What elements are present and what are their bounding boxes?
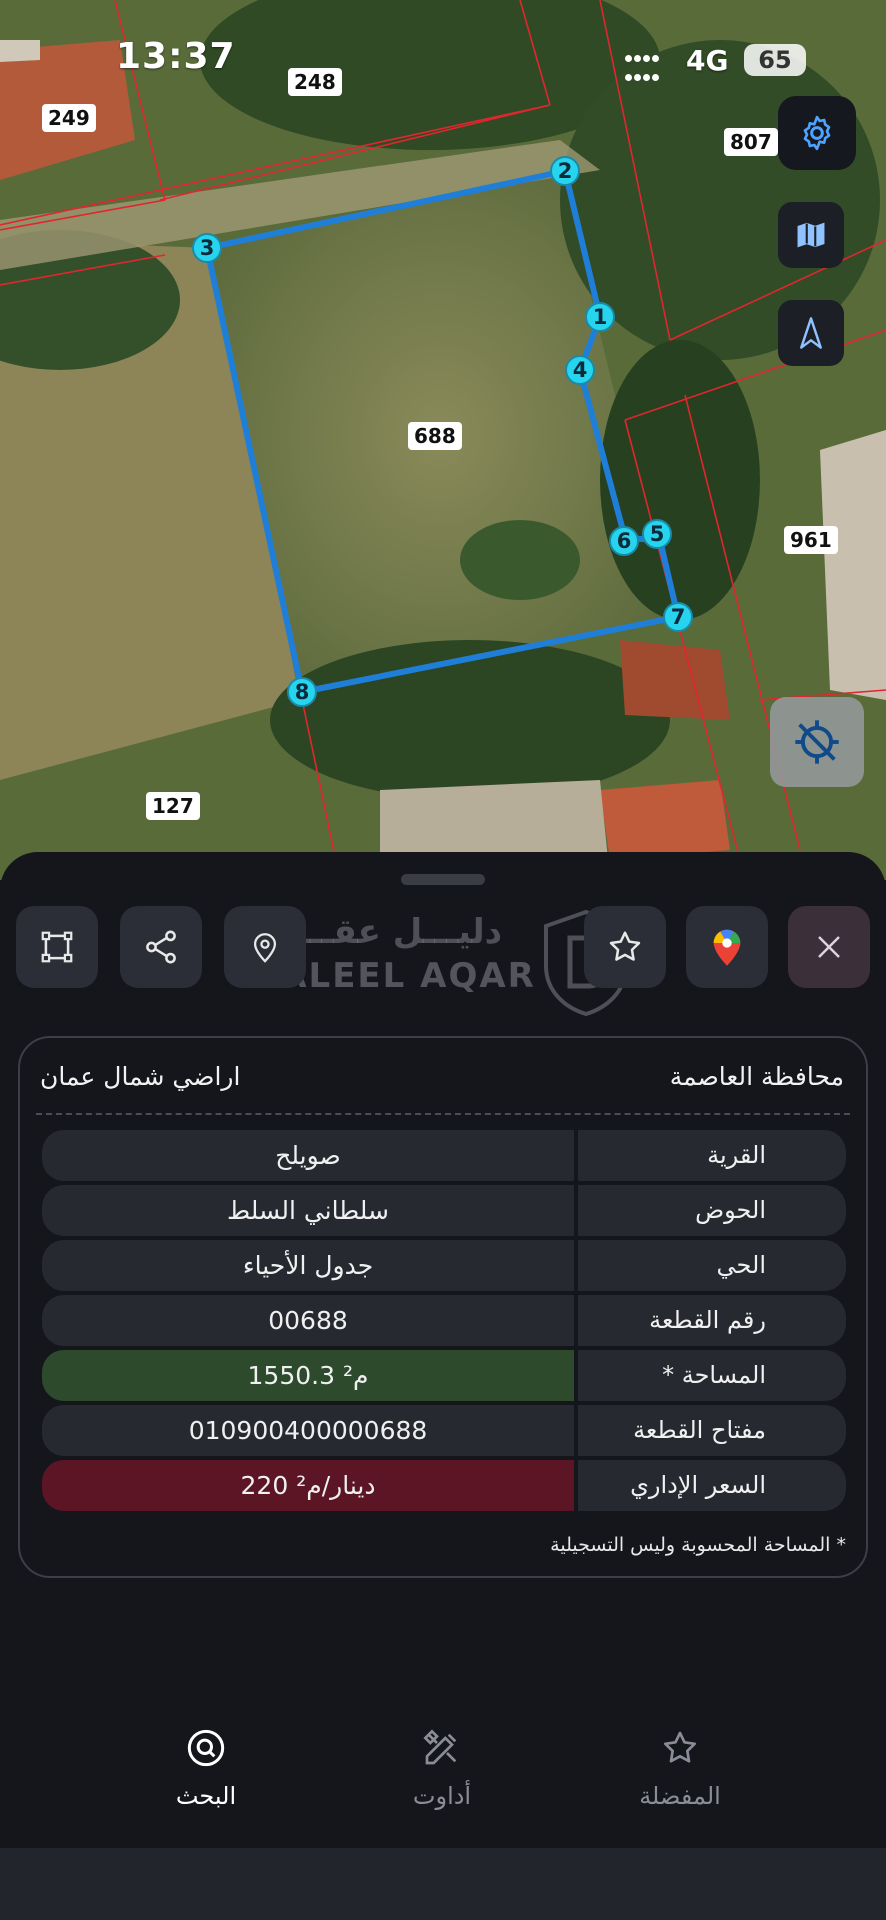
vertex-marker[interactable]: 3 [192, 233, 222, 263]
close-button[interactable] [788, 906, 870, 988]
tools-icon [423, 1729, 457, 1765]
parcel-label: 249 [42, 104, 96, 132]
system-navigation-bar [0, 1848, 886, 1920]
info-row-district: الحي جدول الأحياء [42, 1240, 846, 1291]
close-icon [818, 936, 840, 958]
governorate-name: محافظة العاصمة [669, 1062, 844, 1091]
share-icon [146, 930, 176, 964]
vertex-marker[interactable]: 8 [287, 677, 317, 707]
row-value: سلطاني السلط [42, 1185, 574, 1236]
share-button[interactable] [120, 906, 202, 988]
settings-button[interactable] [778, 96, 856, 170]
parcel-label: 248 [288, 68, 342, 96]
polygon-icon [41, 931, 73, 963]
parcel-details-sheet: دليـــل عقـــار DALEEL AQAR محافظة العاص… [0, 852, 886, 1920]
divider [36, 1113, 850, 1115]
star-icon [664, 1731, 696, 1763]
info-row-village: القرية صويلح [42, 1130, 846, 1181]
network-type: 4G [686, 44, 729, 77]
map-layers-button[interactable] [778, 202, 844, 268]
gear-icon [803, 115, 831, 151]
status-time: 13:37 [116, 36, 236, 77]
search-icon [187, 1729, 225, 1767]
nav-favorites-label: المفضلة [639, 1782, 721, 1810]
row-value: 220 دينار/م² [42, 1460, 574, 1511]
nav-tools-label: أداوت [412, 1782, 472, 1810]
nav-search-label: البحث [175, 1782, 237, 1810]
info-row-basin: الحوض سلطاني السلط [42, 1185, 846, 1236]
location-pin-button[interactable] [224, 906, 306, 988]
vertex-marker[interactable]: 6 [609, 526, 639, 556]
favorite-button[interactable] [584, 906, 666, 988]
north-arrow-icon [800, 317, 822, 349]
nav-tools[interactable]: أداوت [362, 1728, 522, 1810]
info-row-admin-price: السعر الإداري 220 دينار/م² [42, 1460, 846, 1511]
info-row-parcel-number: رقم القطعة 00688 [42, 1295, 846, 1346]
vertex-marker[interactable]: 5 [642, 519, 672, 549]
app-screen: 13:37 4G 65 249 248 807 688 961 127 1 2 … [0, 0, 886, 1920]
row-label: الحي [578, 1240, 846, 1291]
location-pin-icon [253, 933, 277, 963]
region-name: اراضي شمال عمان [40, 1062, 241, 1091]
vertex-marker[interactable]: 2 [550, 156, 580, 186]
vertex-marker[interactable]: 4 [565, 355, 595, 385]
my-location-button[interactable] [770, 697, 864, 787]
info-row-parcel-key: مفتاح القطعة 010900400000688 [42, 1405, 846, 1456]
parcel-info-card: محافظة العاصمة اراضي شمال عمان القرية صو… [18, 1036, 868, 1578]
location-off-icon [795, 720, 839, 764]
parcel-label: 807 [724, 128, 778, 156]
open-google-maps-button[interactable] [686, 906, 768, 988]
row-label: مفتاح القطعة [578, 1405, 846, 1456]
parcel-label: 127 [146, 792, 200, 820]
nav-favorites[interactable]: المفضلة [600, 1728, 760, 1810]
row-value: صويلح [42, 1130, 574, 1181]
star-icon [609, 931, 641, 961]
row-value: 010900400000688 [42, 1405, 574, 1456]
parcel-label: 961 [784, 526, 838, 554]
row-label: السعر الإداري [578, 1460, 846, 1511]
compass-button[interactable] [778, 300, 844, 366]
draw-shape-button[interactable] [16, 906, 98, 988]
row-label: القرية [578, 1130, 846, 1181]
info-row-area: المساحة * 1550.3 م² [42, 1350, 846, 1401]
map-icon [797, 222, 825, 248]
satellite-map[interactable]: 13:37 4G 65 249 248 807 688 961 127 1 2 … [0, 0, 886, 880]
vertex-marker[interactable]: 7 [663, 602, 693, 632]
nav-search[interactable]: البحث [126, 1728, 286, 1810]
row-label: رقم القطعة [578, 1295, 846, 1346]
row-value: 00688 [42, 1295, 574, 1346]
battery-icon: 65 [744, 44, 806, 76]
row-label: المساحة * [578, 1350, 846, 1401]
row-value: 1550.3 م² [42, 1350, 574, 1401]
drag-handle[interactable] [401, 874, 485, 885]
google-maps-icon [713, 929, 741, 966]
row-label: الحوض [578, 1185, 846, 1236]
area-footnote: * المساحة المحسوبة وليس التسجيلية [550, 1534, 846, 1556]
row-value: جدول الأحياء [42, 1240, 574, 1291]
vertex-marker[interactable]: 1 [585, 302, 615, 332]
signal-icon [624, 48, 660, 86]
parcel-label[interactable]: 688 [408, 422, 462, 450]
